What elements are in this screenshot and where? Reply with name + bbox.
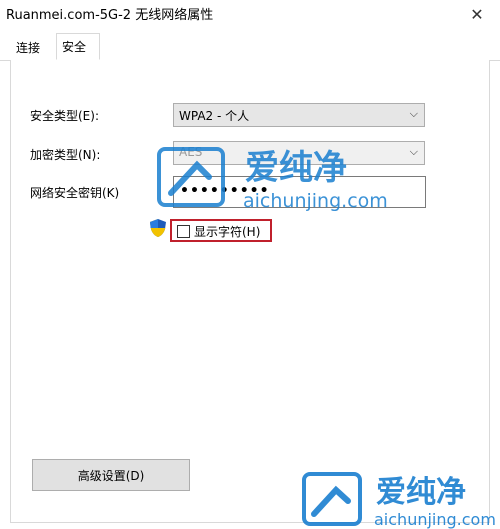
security-type-label: 安全类型(E): — [30, 109, 99, 123]
uac-shield-icon — [150, 219, 166, 237]
chevron-down-icon: ⌵ — [409, 145, 418, 158]
security-type-dropdown[interactable]: WPA2 - 个人 ⌵ — [173, 103, 425, 127]
show-characters-checkbox[interactable] — [177, 225, 190, 238]
security-tab-panel — [10, 60, 490, 523]
advanced-settings-button[interactable]: 高级设置(D) — [32, 459, 190, 491]
tab-connection[interactable]: 连接 — [10, 37, 46, 59]
show-characters-label[interactable]: 显示字符(H) — [194, 223, 260, 240]
encryption-type-dropdown[interactable]: AES ⌵ — [173, 141, 425, 165]
tab-strip: 连接 安全 — [0, 33, 500, 61]
encryption-type-label: 加密类型(N): — [30, 148, 101, 162]
network-key-value: ••••••••• — [180, 183, 270, 199]
close-button[interactable]: ✕ — [454, 0, 500, 28]
title-bar: Ruanmei.com-5G-2 无线网络属性 ✕ — [0, 0, 500, 28]
window-title: Ruanmei.com-5G-2 无线网络属性 — [6, 8, 214, 23]
encryption-type-value: AES — [179, 145, 203, 159]
show-characters-highlight: 显示字符(H) — [170, 219, 272, 242]
security-type-value: WPA2 - 个人 — [179, 109, 250, 123]
chevron-down-icon: ⌵ — [409, 107, 418, 120]
close-icon: ✕ — [470, 4, 484, 24]
tab-security[interactable]: 安全 — [56, 33, 100, 60]
network-key-input[interactable]: ••••••••• — [173, 176, 426, 208]
network-key-label: 网络安全密钥(K) — [30, 186, 120, 200]
